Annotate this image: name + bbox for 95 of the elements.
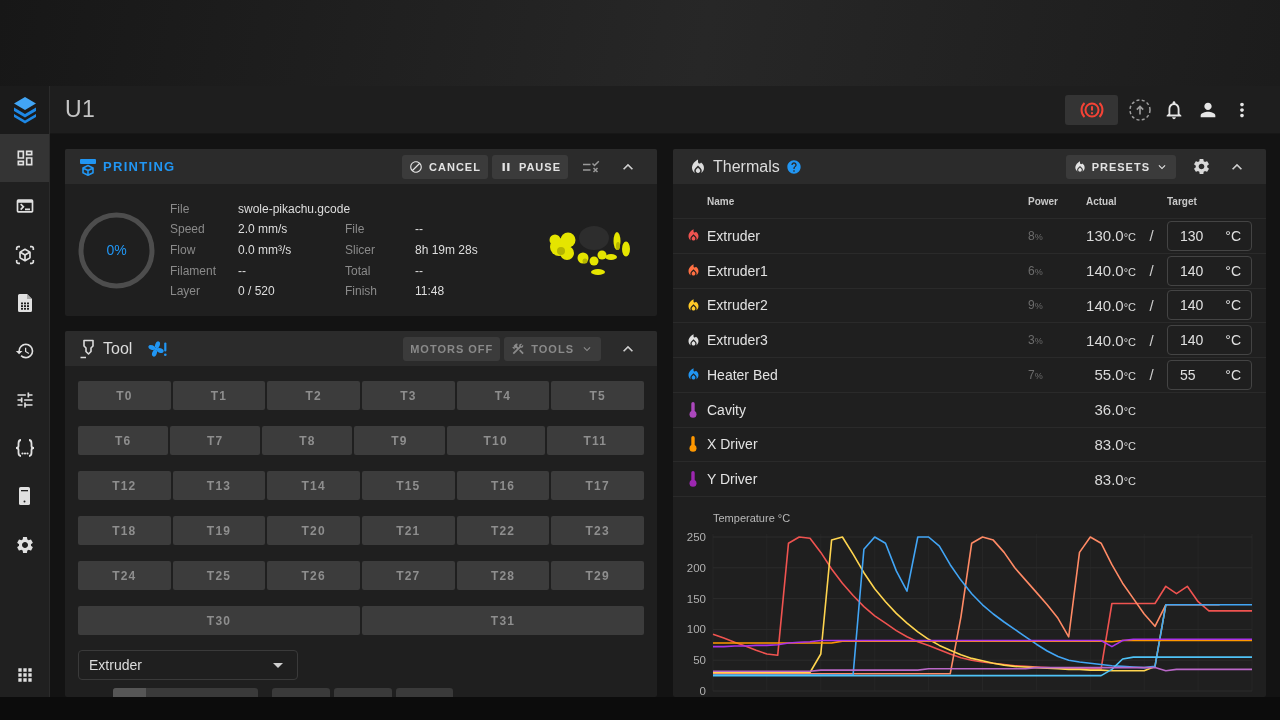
separator-text: / (1149, 296, 1154, 314)
app-logo (12, 96, 37, 124)
braces-icon (13, 437, 36, 458)
detail-label: Finish (345, 284, 378, 299)
file-icon (17, 294, 32, 313)
nozzle-icon (79, 338, 97, 359)
flame-icon (689, 157, 707, 176)
temperature-reading: 140.0°C (1086, 262, 1136, 280)
column-header: Actual (1085, 195, 1118, 207)
status-title: PRINTING (103, 159, 176, 174)
temperature-reading: 55.0°C (1094, 366, 1136, 384)
detail-value: -- (415, 222, 424, 237)
target-input[interactable]: 140 °C (1167, 290, 1252, 321)
temperature-reading: 140.0°C (1086, 331, 1136, 349)
power-reading: 6% (1028, 263, 1044, 278)
column-header: Power (1028, 195, 1059, 207)
temperature-reading: 36.0°C (1094, 401, 1136, 419)
printer-icon (79, 157, 97, 176)
action-button[interactable]: PAUSE (491, 154, 568, 179)
hammer-wrench-icon (511, 341, 526, 356)
cancel-button[interactable]: CANCEL (402, 154, 488, 179)
detail-value: 0.0 mm³/s (238, 243, 293, 257)
detail-value: 11:48 (415, 284, 446, 299)
cube-icon (14, 244, 35, 265)
separator-text: / (1149, 366, 1154, 384)
power-reading: 8% (1028, 228, 1044, 243)
unit-label: °C (1225, 297, 1241, 314)
detail-label: File (170, 201, 191, 216)
detail-label: Flow (170, 243, 197, 257)
power-reading: 7% (1028, 367, 1044, 382)
sensor-name: Extruder3 (706, 332, 769, 349)
unit-label: °C (1225, 332, 1241, 349)
detail-label: Speed (170, 222, 206, 237)
list-check-icon[interactable] (582, 159, 600, 174)
y-tick-label: 50 (693, 654, 706, 667)
target-input[interactable]: 55 °C (1167, 359, 1252, 390)
extruder-select[interactable]: Extruder (78, 650, 298, 680)
detail-value: 8h 19m 28s (415, 243, 478, 257)
sensor-name: Cavity (706, 401, 747, 418)
separator-text: / (1149, 262, 1154, 280)
y-tick-label: 250 (686, 531, 706, 543)
detail-label: Total (345, 263, 372, 278)
sensor-name: Extruder2 (706, 297, 769, 314)
y-tick-label: 0 (699, 685, 706, 697)
y-tick-label: 100 (686, 623, 706, 636)
target-input[interactable]: 130 °C (1167, 220, 1252, 251)
menu-button[interactable]: PRESETS (1065, 154, 1176, 179)
sensor-name: Extruder (706, 227, 761, 244)
card-title: Thermals (713, 157, 780, 176)
fan-alert-icon (148, 339, 169, 358)
target-input[interactable]: 140 °C (1167, 255, 1252, 286)
detail-label: File (345, 222, 366, 237)
flame-icon (1072, 159, 1087, 174)
card-title: Tool (103, 339, 133, 358)
detail-value: swole-pikachu.gcode (238, 201, 352, 216)
separator-text: / (1149, 331, 1154, 349)
detail-value: -- (415, 263, 424, 278)
detail-value: 2.0 mm/s (238, 222, 289, 237)
emergency-stop-button[interactable] (1065, 94, 1118, 125)
unit-label: °C (1225, 262, 1241, 279)
server-icon (19, 487, 30, 506)
detail-label: Slicer (345, 243, 376, 257)
detail-label: Filament (170, 263, 217, 278)
sensor-name: Extruder1 (706, 262, 769, 279)
temperature-reading: 83.0°C (1094, 470, 1136, 488)
detail-value: -- (238, 263, 247, 278)
temperature-reading: 140.0°C (1086, 296, 1136, 314)
column-header: Target (1167, 195, 1198, 207)
settings-icon[interactable] (1192, 157, 1211, 176)
temperature-reading: 83.0°C (1094, 435, 1136, 453)
power-reading: 9% (1028, 298, 1044, 313)
y-tick-label: 150 (686, 592, 706, 605)
upload-icon[interactable] (1129, 98, 1151, 121)
sensor-name: Heater Bed (706, 366, 779, 383)
column-header: Name (706, 195, 736, 207)
progress-label: 0% (106, 242, 127, 258)
separator-text: / (1149, 227, 1154, 245)
cancel-icon (409, 159, 424, 174)
sensor-name: X Driver (706, 436, 759, 453)
y-tick-label: 200 (686, 561, 706, 574)
nav-button[interactable] (0, 134, 49, 183)
unit-label: °C (1225, 227, 1241, 244)
caret-icon (273, 662, 283, 668)
help-icon[interactable] (785, 158, 802, 175)
partial-toggle-group[interactable] (113, 688, 258, 697)
unit-label: °C (1225, 366, 1241, 383)
printer-name: U1 (65, 96, 96, 123)
detail-label: Layer (170, 284, 202, 299)
temperature-reading: 130.0°C (1086, 227, 1136, 245)
settings-icon (14, 534, 35, 555)
detail-value: 0 / 520 (238, 284, 276, 299)
power-reading: 3% (1028, 333, 1044, 348)
sensor-name: Y Driver (706, 471, 759, 488)
target-input[interactable]: 140 °C (1167, 325, 1252, 356)
chart-title: Temperature °C (713, 512, 791, 524)
